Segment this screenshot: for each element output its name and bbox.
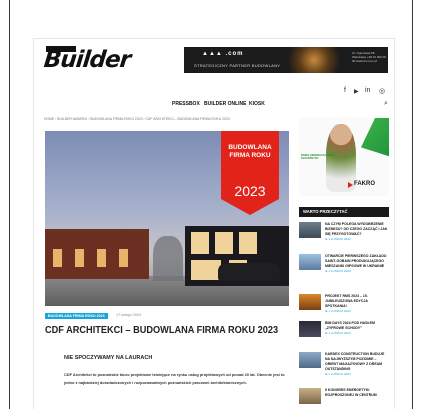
ad-text: NOWA GENERACJA OKIEN DACHOWYCH <box>301 154 335 161</box>
sidebar-ad[interactable]: NOWA GENERACJA OKIEN DACHOWYCH FAKRO <box>299 118 389 196</box>
sidebar-thumbnail <box>299 254 321 270</box>
sidebar-heading: WARTO PRZECZYTAĆ <box>299 207 389 217</box>
window-frame-left <box>9 0 10 409</box>
nav-item-kiosk[interactable]: KIOSK <box>249 101 265 107</box>
sidebar-item-title: BIM DAYS 2024 POD HASŁEM „ZYFROWE SCHODY… <box>325 321 375 335</box>
ad-green-shape <box>361 118 389 160</box>
sidebar-item-title: NA CZYM POLEGA WYDOBRZENIE BIZNESU? OD C… <box>325 222 388 241</box>
article-hero-image: BUDOWLANA FIRMA ROKU 2023 <box>45 131 289 306</box>
sidebar-thumbnail <box>299 352 321 368</box>
nav-item-builder-online[interactable]: BUILDER ONLINE <box>204 101 247 107</box>
sidebar-thumbnail <box>299 388 321 404</box>
breadcrumb: HOME › BUILDER AWARDS › BUDOWLANA FIRMA … <box>44 117 230 121</box>
sidebar-thumbnail <box>299 222 321 238</box>
hero-tree <box>153 236 183 281</box>
fakro-arrow-icon <box>348 182 353 188</box>
header-ad-banner[interactable]: ▲▲▲ .com STRATEGICZNY PARTNER BUDOWLANY … <box>184 47 388 73</box>
web-page: Builder ▲▲▲ .com STRATEGICZNY PARTNER BU… <box>33 38 395 409</box>
search-icon[interactable]: ⌕ <box>384 100 388 108</box>
sidebar-list-item[interactable]: BIM DAYS 2024 POD HASŁEM „ZYFROWE SCHODY… <box>299 321 389 349</box>
sidebar-list-item[interactable]: PROJEKT RMS 2024 – 15. JUBILEUSZOWA EDYC… <box>299 294 389 322</box>
banner-info: Ul. Ogrodowa 58 Warszawa +48 22 000 00 0… <box>352 51 386 63</box>
category-tag[interactable]: BUDOWLANA FIRMA ROKU 2023 <box>45 313 108 319</box>
sidebar-item-title: KARDEX CONSTRUCTION BUDUJE NA NAJWYŻSZYM… <box>325 352 385 376</box>
hero-car <box>218 263 280 281</box>
linkedin-icon[interactable]: in <box>365 87 370 94</box>
banner-subtitle: STRATEGICZNY PARTNER BUDOWLANY <box>194 63 281 68</box>
article-subheading: NIE SPOCZYWAMY NA LAURACH <box>64 355 153 361</box>
sidebar-thumbnail <box>299 294 321 310</box>
sidebar-item-title: II KONGRES ENERGETYKI ROZPROSZONEJ W CEN… <box>325 388 377 397</box>
site-logo[interactable]: Builder <box>43 47 132 73</box>
award-text: BUDOWLANA FIRMA ROKU 2023 <box>221 131 279 215</box>
article-date: 17 lutego 2024 <box>116 313 142 317</box>
ad-brand: FAKRO <box>354 181 375 187</box>
award-title: BUDOWLANA FIRMA ROKU <box>228 144 272 159</box>
banner-light <box>284 47 344 73</box>
article-lead: CDF Architekci to poznańskie biuro proje… <box>64 372 285 385</box>
sidebar-list-item[interactable]: KARDEX CONSTRUCTION BUDUJE NA NAJWYŻSZYM… <box>299 352 389 380</box>
hero-brick-building <box>45 229 149 279</box>
nav-item-pressbox[interactable]: PRESSBOX <box>172 101 200 107</box>
banner-brand: ▲▲▲ .com <box>202 51 244 57</box>
youtube-icon[interactable]: ▶ <box>354 88 359 95</box>
sidebar-list-item[interactable]: NA CZYM POLEGA WYDOBRZENIE BIZNESU? OD C… <box>299 222 389 250</box>
window-frame-right <box>412 0 413 409</box>
instagram-icon[interactable]: ◎ <box>379 87 385 95</box>
sidebar-item-title: OTWARCIE PIERWSZEGO ZAKŁADU SAINT-GOBAIN… <box>325 254 387 273</box>
sidebar-list-item[interactable]: II KONGRES ENERGETYKI ROZPROSZONEJ W CEN… <box>299 388 389 409</box>
article-title: CDF ARCHITEKCI – BUDOWLANA FIRMA ROKU 20… <box>45 325 279 336</box>
award-year: 2023 <box>234 183 266 199</box>
sidebar-thumbnail <box>299 321 321 337</box>
sidebar-list-item[interactable]: OTWARCIE PIERWSZEGO ZAKŁADU SAINT-GOBAIN… <box>299 254 389 282</box>
facebook-icon[interactable]: f <box>344 87 346 94</box>
sidebar-item-title: PROJEKT RMS 2024 – 15. JUBILEUSZOWA EDYC… <box>325 294 368 313</box>
